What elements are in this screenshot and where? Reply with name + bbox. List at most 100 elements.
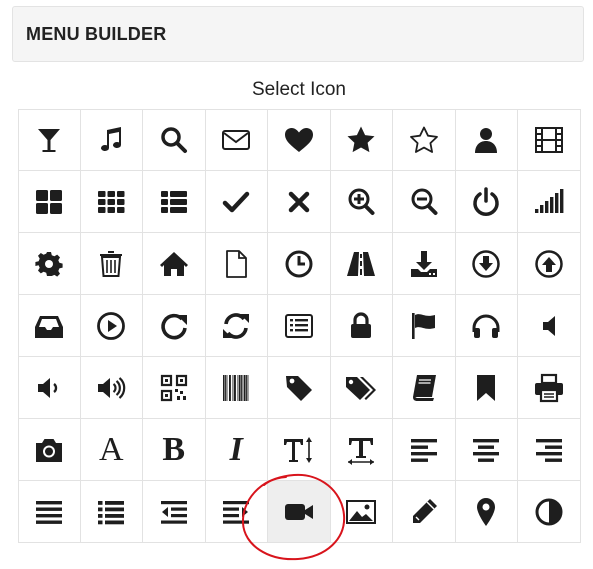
icon-option-barcode[interactable] [205, 357, 268, 419]
italic-icon: I [229, 430, 243, 468]
icon-option-zoom-out[interactable] [393, 171, 456, 233]
icon-option-facetime-video[interactable] [268, 481, 331, 543]
icon-option-upload[interactable] [518, 233, 581, 295]
icon-option-text-width[interactable] [330, 419, 393, 481]
icon-option-font[interactable]: A [80, 419, 143, 481]
volume-down-icon [33, 372, 65, 404]
upload-icon [533, 248, 565, 280]
pencil-icon [408, 496, 440, 528]
icon-option-list[interactable] [80, 481, 143, 543]
icon-option-camera[interactable] [18, 419, 81, 481]
icon-option-print[interactable] [518, 357, 581, 419]
icon-option-list-alt[interactable] [268, 295, 331, 357]
icon-option-star[interactable] [330, 109, 393, 171]
file-icon [220, 248, 252, 280]
icon-option-text-height[interactable] [268, 419, 331, 481]
qrcode-icon [158, 372, 190, 404]
icon-option-film[interactable] [518, 109, 581, 171]
icon-option-envelope[interactable] [205, 109, 268, 171]
tag-icon [283, 372, 315, 404]
list-alt-icon [283, 310, 315, 342]
icon-option-remove[interactable] [268, 171, 331, 233]
icon-option-pencil[interactable] [393, 481, 456, 543]
icon-option-align-justify[interactable] [18, 481, 81, 543]
icon-option-music[interactable] [80, 109, 143, 171]
list-icon [95, 496, 127, 528]
icon-option-indent-left[interactable] [143, 481, 206, 543]
bold-icon: B [162, 430, 186, 468]
icon-option-map-marker[interactable] [455, 481, 518, 543]
icon-option-road[interactable] [330, 233, 393, 295]
user-icon [470, 124, 502, 156]
icon-grid: AB I [18, 109, 581, 569]
icon-option-volume-down[interactable] [18, 357, 81, 419]
search-icon [158, 124, 190, 156]
signal-icon [533, 186, 565, 218]
icon-option-zoom-in[interactable] [330, 171, 393, 233]
icon-option-italic[interactable]: I [205, 419, 268, 481]
icon-option-indent-right[interactable] [205, 481, 268, 543]
icon-option-refresh[interactable] [205, 295, 268, 357]
icon-option-inbox[interactable] [18, 295, 81, 357]
star-outline-icon [408, 124, 440, 156]
icon-option-headphones[interactable] [455, 295, 518, 357]
icon-option-file[interactable] [205, 233, 268, 295]
road-icon [345, 248, 377, 280]
camera-icon [33, 434, 65, 466]
icon-option-book[interactable] [393, 357, 456, 419]
icon-option-volume-off[interactable] [518, 295, 581, 357]
icon-option-user[interactable] [455, 109, 518, 171]
headphones-icon [470, 310, 502, 342]
envelope-icon [220, 124, 252, 156]
align-justify-icon [33, 496, 65, 528]
icon-option-download[interactable] [455, 233, 518, 295]
icon-option-adjust[interactable] [518, 481, 581, 543]
icon-option-align-left[interactable] [393, 419, 456, 481]
icon-option-clock[interactable] [268, 233, 331, 295]
icon-option-power[interactable] [455, 171, 518, 233]
align-right-icon [533, 434, 565, 466]
icon-option-repeat[interactable] [143, 295, 206, 357]
icon-option-cog[interactable] [18, 233, 81, 295]
icon-option-star-outline[interactable] [393, 109, 456, 171]
print-icon [533, 372, 565, 404]
icon-option-check[interactable] [205, 171, 268, 233]
icon-option-heart[interactable] [268, 109, 331, 171]
icon-option-play-circle[interactable] [80, 295, 143, 357]
icon-option-search[interactable] [143, 109, 206, 171]
repeat-icon [158, 310, 190, 342]
inbox-icon [33, 310, 65, 342]
icon-option-th-large[interactable] [18, 171, 81, 233]
cog-icon [33, 248, 65, 280]
flag-icon [408, 310, 440, 342]
indent-right-icon [220, 496, 252, 528]
check-icon [220, 186, 252, 218]
icon-option-bookmark[interactable] [455, 357, 518, 419]
icon-option-volume-up[interactable] [80, 357, 143, 419]
film-icon [533, 124, 565, 156]
volume-up-icon [95, 372, 127, 404]
icon-option-th[interactable] [80, 171, 143, 233]
icon-option-align-center[interactable] [455, 419, 518, 481]
map-marker-icon [470, 496, 502, 528]
icon-option-trash[interactable] [80, 233, 143, 295]
icon-option-glass[interactable] [18, 109, 81, 171]
icon-option-picture[interactable] [330, 481, 393, 543]
icon-option-home[interactable] [143, 233, 206, 295]
panel-title: MENU BUILDER [26, 24, 167, 44]
icon-option-align-right[interactable] [518, 419, 581, 481]
icon-option-tag[interactable] [268, 357, 331, 419]
th-large-icon [33, 186, 65, 218]
icon-option-th-list[interactable] [143, 171, 206, 233]
icon-option-flag[interactable] [393, 295, 456, 357]
volume-off-icon [533, 310, 565, 342]
icon-option-bold[interactable]: B [143, 419, 206, 481]
icon-option-tags[interactable] [330, 357, 393, 419]
power-icon [470, 186, 502, 218]
icon-option-lock[interactable] [330, 295, 393, 357]
icon-option-qrcode[interactable] [143, 357, 206, 419]
icon-option-signal[interactable] [518, 171, 581, 233]
icon-option-download-alt[interactable] [393, 233, 456, 295]
zoom-out-icon [408, 186, 440, 218]
picture-icon [345, 496, 377, 528]
